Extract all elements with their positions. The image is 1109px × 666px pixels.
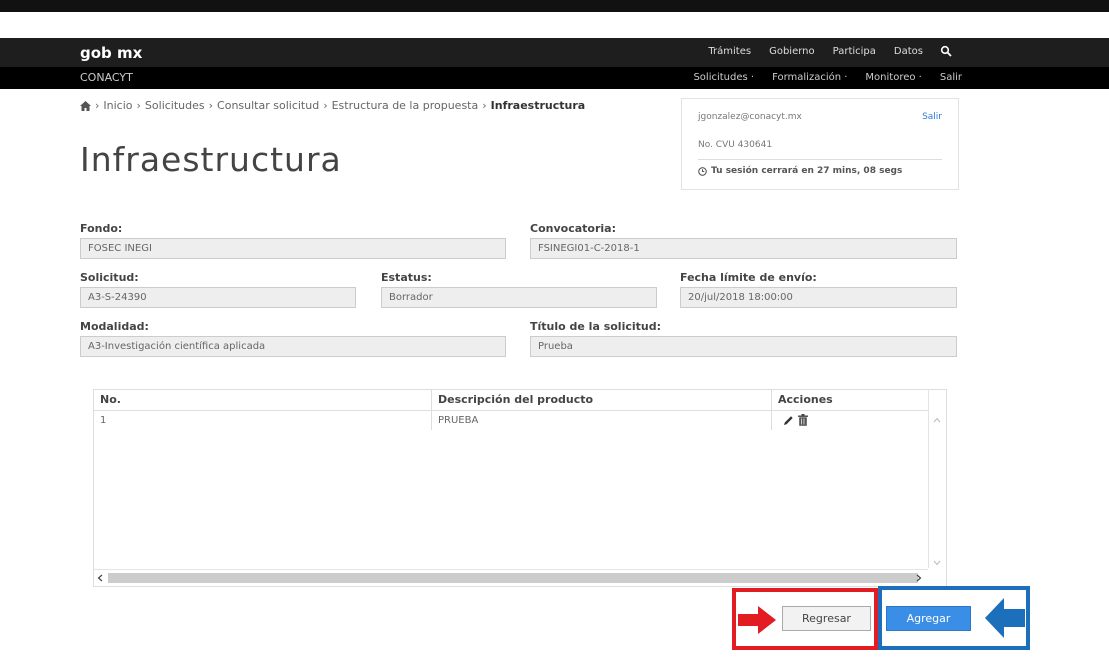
fecha-limite-field[interactable]: 20/jul/2018 18:00:00 (680, 287, 957, 308)
nav-participa[interactable]: Participa (833, 46, 876, 57)
header-nav: Trámites Gobierno Participa Datos (708, 46, 923, 57)
breadcrumb-separator: › (323, 99, 328, 112)
scrollbar-thumb[interactable] (108, 573, 918, 583)
estatus-label: Estatus: (381, 271, 432, 284)
modalidad-label: Modalidad: (80, 320, 149, 333)
horizontal-scrollbar[interactable] (94, 569, 928, 586)
session-timer-text: Tu sesión cerrará en 27 mins, 08 segs (711, 166, 903, 176)
vertical-scrollbar[interactable] (928, 390, 946, 568)
menu-formalizacion[interactable]: Formalización · (772, 72, 847, 83)
nav-gobierno[interactable]: Gobierno (769, 46, 815, 57)
menu-salir[interactable]: Salir (940, 72, 962, 83)
menu-solicitudes[interactable]: Solicitudes · (693, 72, 754, 83)
row-no: 1 (100, 415, 107, 426)
fecha-limite-label: Fecha límite de envío: (680, 271, 817, 284)
fondo-field[interactable]: FOSEC INEGI (80, 238, 506, 259)
row-descripcion: PRUEBA (438, 415, 479, 426)
breadcrumb-inicio[interactable]: Inicio (103, 99, 132, 112)
arrow-right-icon (738, 606, 776, 634)
main-menu: Solicitudes · Formalización · Monitoreo … (693, 72, 962, 83)
divider (698, 159, 942, 160)
cvu-number: No. CVU 430641 (698, 140, 773, 150)
arrow-left-icon (985, 598, 1025, 638)
breadcrumb-current: Infraestructura (490, 99, 586, 112)
breadcrumb-separator: › (95, 99, 100, 112)
scroll-up-icon[interactable] (933, 417, 941, 423)
nav-datos[interactable]: Datos (894, 46, 923, 57)
breadcrumb-solicitudes[interactable]: Solicitudes (145, 99, 205, 112)
search-icon[interactable] (940, 45, 952, 57)
titulo-label: Título de la solicitud: (530, 320, 662, 333)
table-row[interactable]: 1 PRUEBA (94, 411, 928, 430)
session-panel: jgonzalez@conacyt.mx Salir No. CVU 43064… (681, 98, 959, 190)
user-email: jgonzalez@conacyt.mx (698, 112, 802, 122)
conacyt-brand[interactable]: CONACYT (80, 71, 133, 84)
convocatoria-label: Convocatoria: (530, 222, 616, 235)
conacyt-bar: CONACYT Solicitudes · Formalización · Mo… (0, 67, 1109, 89)
gobmx-header: gob mx Trámites Gobierno Participa Datos (0, 38, 1109, 67)
breadcrumb-consultar[interactable]: Consultar solicitud (217, 99, 319, 112)
scroll-left-icon[interactable] (97, 574, 103, 582)
fondo-label: Fondo: (80, 222, 123, 235)
column-no[interactable]: No. (100, 393, 121, 406)
breadcrumb-separator: › (482, 99, 487, 112)
table-header: No. Descripción del producto Acciones (94, 390, 928, 411)
regresar-button[interactable]: Regresar (782, 606, 871, 631)
home-icon[interactable] (80, 100, 91, 111)
breadcrumb-estructura[interactable]: Estructura de la propuesta (332, 99, 479, 112)
breadcrumb-separator: › (208, 99, 214, 112)
titulo-field[interactable]: Prueba (530, 336, 957, 357)
clock-icon (698, 166, 707, 176)
column-acciones[interactable]: Acciones (778, 393, 833, 406)
breadcrumb: › Inicio › Solicitudes › Consultar solic… (80, 99, 585, 112)
edit-pencil-icon[interactable] (783, 415, 794, 426)
column-descripcion[interactable]: Descripción del producto (438, 393, 593, 406)
estatus-field[interactable]: Borrador (381, 287, 657, 308)
trash-icon[interactable] (798, 414, 808, 426)
products-table: No. Descripción del producto Acciones 1 … (93, 389, 947, 587)
solicitud-label: Solicitud: (80, 271, 139, 284)
nav-tramites[interactable]: Trámites (708, 46, 751, 57)
page-title: Infraestructura (80, 140, 342, 179)
scroll-down-icon[interactable] (933, 560, 941, 566)
session-timer: Tu sesión cerrará en 27 mins, 08 segs (698, 166, 902, 176)
top-strip (0, 0, 1109, 38)
scroll-right-icon[interactable] (916, 574, 922, 582)
solicitud-field[interactable]: A3-S-24390 (80, 287, 356, 308)
convocatoria-field[interactable]: FSINEGI01-C-2018-1 (530, 238, 957, 259)
gobmx-logo[interactable]: gob mx (80, 44, 142, 62)
modalidad-field[interactable]: A3-Investigación científica aplicada (80, 336, 506, 357)
breadcrumb-separator: › (136, 99, 141, 112)
logout-link[interactable]: Salir (922, 112, 942, 122)
agregar-button[interactable]: Agregar (886, 606, 971, 631)
menu-monitoreo[interactable]: Monitoreo · (865, 72, 921, 83)
